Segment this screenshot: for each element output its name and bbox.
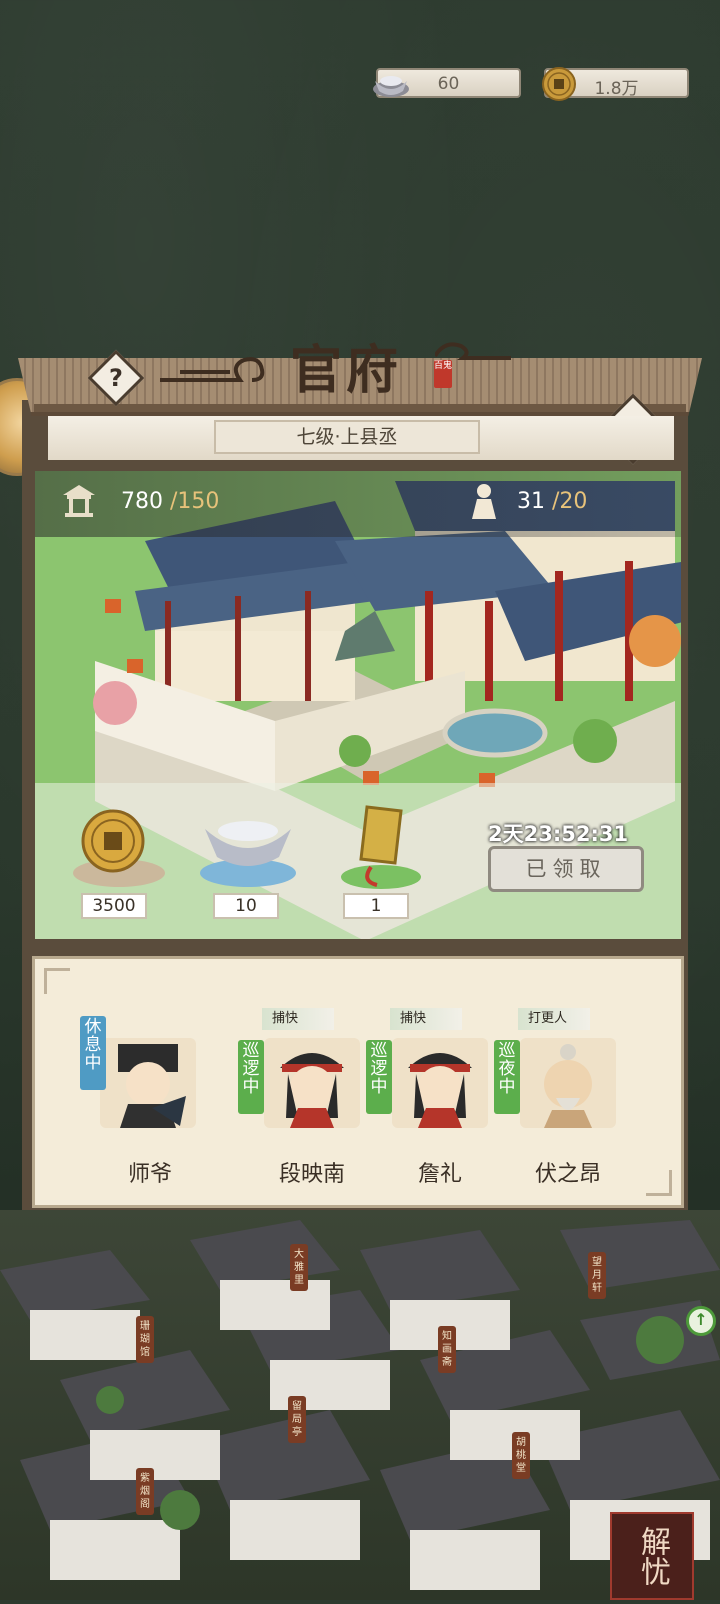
staff-card-shiye[interactable]: 休息中 师爷 bbox=[74, 1008, 196, 1187]
role-tag: 打更人 bbox=[518, 1008, 590, 1030]
claimed-button[interactable]: 已领取 bbox=[488, 846, 644, 892]
street-sign[interactable]: 知画斋 bbox=[438, 1326, 456, 1373]
street-sign[interactable]: 大雅里 bbox=[290, 1244, 308, 1291]
capacity-max: /150 bbox=[163, 489, 220, 514]
roof-beam bbox=[34, 404, 686, 412]
cloud-ornament-icon bbox=[160, 357, 265, 382]
constable-portrait-icon bbox=[280, 1053, 344, 1128]
corner-ornament bbox=[646, 1170, 672, 1196]
advisor-portrait-icon bbox=[118, 1044, 186, 1128]
reward-timer: 2天23:52:31 bbox=[488, 822, 629, 846]
role-tag: 捕快 bbox=[262, 1008, 334, 1030]
capacity-current: 780 bbox=[121, 489, 163, 514]
corner-ornament bbox=[44, 968, 70, 994]
reward-count: 1 bbox=[343, 893, 409, 919]
street-sign[interactable]: 望月轩 bbox=[588, 1252, 606, 1299]
person-icon bbox=[472, 484, 496, 519]
copper-coin-icon bbox=[73, 809, 165, 887]
staff-current: 31 bbox=[517, 489, 545, 514]
silver-ingot-counter[interactable]: 60 bbox=[373, 68, 521, 98]
staff-name: 师爷 bbox=[127, 1162, 172, 1187]
street-sign[interactable]: 留局亭 bbox=[288, 1396, 306, 1443]
avatar bbox=[392, 1038, 488, 1128]
upgrade-arrow-icon[interactable]: ↑ bbox=[686, 1306, 716, 1336]
avatar bbox=[100, 1038, 196, 1128]
silver-ingot-icon bbox=[200, 821, 296, 887]
avatar bbox=[520, 1038, 616, 1128]
status-tag: 休息中 bbox=[80, 1016, 106, 1090]
elder-portrait-icon bbox=[544, 1044, 592, 1128]
staff-name: 伏之昂 bbox=[534, 1162, 601, 1187]
jieyou-label: 解忧 bbox=[635, 1526, 670, 1586]
copper-coin-counter[interactable]: 1.8万 bbox=[542, 67, 689, 101]
street-sign[interactable]: 胡桃堂 bbox=[512, 1432, 530, 1479]
building-title: 官府 bbox=[290, 340, 403, 401]
street-sign[interactable]: 紫烟阁 bbox=[136, 1468, 154, 1515]
gold-token-icon bbox=[341, 805, 421, 889]
pavilion-icon bbox=[63, 485, 95, 517]
staff-card-duanyingnan[interactable]: 捕快 巡逻中 段映南 bbox=[238, 1008, 360, 1187]
staff-card-zhanli[interactable]: 捕快 巡逻中 詹礼 bbox=[366, 1008, 488, 1187]
status-tag: 巡逻中 bbox=[238, 1040, 264, 1114]
seal-stamp: 百鬼 bbox=[434, 360, 452, 388]
reward-count: 3500 bbox=[81, 893, 147, 919]
title-area: 官府 bbox=[160, 328, 511, 401]
street-sign[interactable]: 珊瑚馆 bbox=[136, 1316, 154, 1363]
role-tag: 捕快 bbox=[390, 1008, 462, 1030]
question-icon: ? bbox=[109, 364, 123, 392]
constable-portrait-icon bbox=[408, 1053, 472, 1128]
staff-max: /20 bbox=[545, 489, 588, 514]
staff-stat: 31 /20 bbox=[517, 489, 587, 514]
seal-text: 百鬼 bbox=[434, 361, 453, 371]
copper-coin-value: 1.8万 bbox=[594, 79, 639, 99]
reward-count: 10 bbox=[213, 893, 279, 919]
capacity-stat: 780 /150 bbox=[121, 489, 219, 514]
status-tag: 巡逻中 bbox=[366, 1040, 392, 1114]
staff-card-fuzhiang[interactable]: 打更人 巡夜中 伏之昂 bbox=[494, 1008, 616, 1187]
avatar bbox=[264, 1038, 360, 1128]
level-label: 七级·上县丞 bbox=[214, 420, 480, 454]
status-tag: 巡夜中 bbox=[494, 1040, 520, 1114]
jieyou-button[interactable]: 解忧 bbox=[610, 1512, 694, 1600]
silver-ingot-value: 60 bbox=[437, 74, 460, 94]
